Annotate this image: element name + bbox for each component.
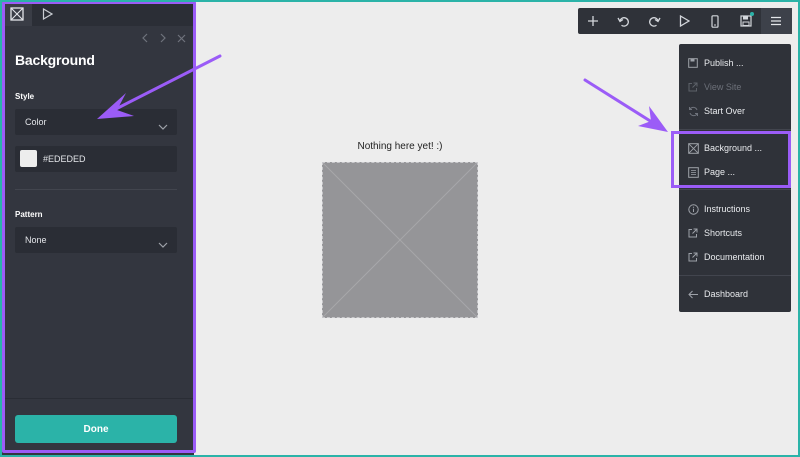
redo-icon [648, 16, 661, 27]
menu-item-dashboard[interactable]: Dashboard [679, 283, 791, 305]
menu-item-documentation[interactable]: Documentation [679, 246, 791, 268]
style-label: Style [15, 92, 35, 101]
menu-separator [679, 189, 791, 190]
style-select-value: Color [25, 117, 47, 127]
close-icon[interactable] [176, 32, 186, 44]
mobile-preview-button[interactable] [700, 8, 731, 34]
pattern-label: Pattern [15, 210, 43, 219]
chevron-down-icon [158, 235, 168, 253]
background-panel: Background Style Color #EDEDED Pattern N… [2, 2, 194, 455]
redo-button[interactable] [639, 8, 670, 34]
add-button[interactable] [578, 8, 609, 34]
menu-separator [679, 275, 791, 276]
unsaved-indicator [750, 12, 754, 16]
info-icon [687, 203, 699, 215]
menu-item-start-over[interactable]: Start Over [679, 100, 791, 122]
color-value: #EDEDED [43, 154, 86, 164]
menu-item-view-site: View Site [679, 76, 791, 98]
menu-button[interactable] [761, 8, 792, 34]
undo-icon [617, 16, 630, 27]
hamburger-menu-icon [771, 16, 782, 26]
chevron-right-icon[interactable] [158, 32, 168, 44]
color-picker[interactable]: #EDEDED [15, 146, 177, 172]
add-icon [588, 16, 599, 26]
pattern-select[interactable]: None [15, 227, 177, 253]
panel-tabs [2, 2, 194, 26]
save-icon [687, 57, 699, 69]
chevron-left-icon[interactable] [140, 32, 150, 44]
menu-item-background[interactable]: Background ... [679, 137, 791, 159]
external-link-icon [687, 251, 699, 263]
panel-footer: Done [2, 398, 194, 456]
divider [15, 189, 177, 190]
chevron-down-icon [158, 117, 168, 135]
undo-button[interactable] [609, 8, 640, 34]
background-icon [10, 7, 24, 21]
play-icon [680, 15, 691, 27]
done-button[interactable]: Done [15, 415, 177, 443]
menu-separator [679, 129, 791, 130]
panel-title: Background [15, 52, 95, 68]
image-placeholder [322, 162, 478, 318]
refresh-icon [687, 105, 699, 117]
page-icon [687, 166, 699, 178]
save-icon [740, 15, 752, 27]
main-menu-dropdown: Publish ... View Site Start Over Backgro… [679, 44, 791, 312]
tab-background[interactable] [2, 2, 32, 26]
save-button[interactable] [731, 8, 762, 34]
menu-item-publish[interactable]: Publish ... [679, 52, 791, 74]
background-icon [687, 142, 699, 154]
tab-preview[interactable] [32, 2, 62, 26]
placeholder-cross-icon [322, 162, 478, 318]
external-link-icon [687, 81, 699, 93]
arrow-left-icon [687, 288, 699, 300]
pattern-select-value: None [25, 235, 47, 245]
menu-item-shortcuts[interactable]: Shortcuts [679, 222, 791, 244]
editor-toolbar [578, 8, 792, 34]
play-icon [42, 8, 53, 20]
annotation-arrow-right [583, 78, 668, 132]
preview-button[interactable] [670, 8, 701, 34]
color-swatch[interactable] [20, 150, 37, 167]
canvas-empty-message: Nothing here yet! :) [357, 141, 443, 152]
menu-item-page[interactable]: Page ... [679, 161, 791, 183]
style-select[interactable]: Color [15, 109, 177, 135]
external-link-icon [687, 227, 699, 239]
menu-item-instructions[interactable]: Instructions [679, 198, 791, 220]
mobile-icon [711, 14, 719, 28]
